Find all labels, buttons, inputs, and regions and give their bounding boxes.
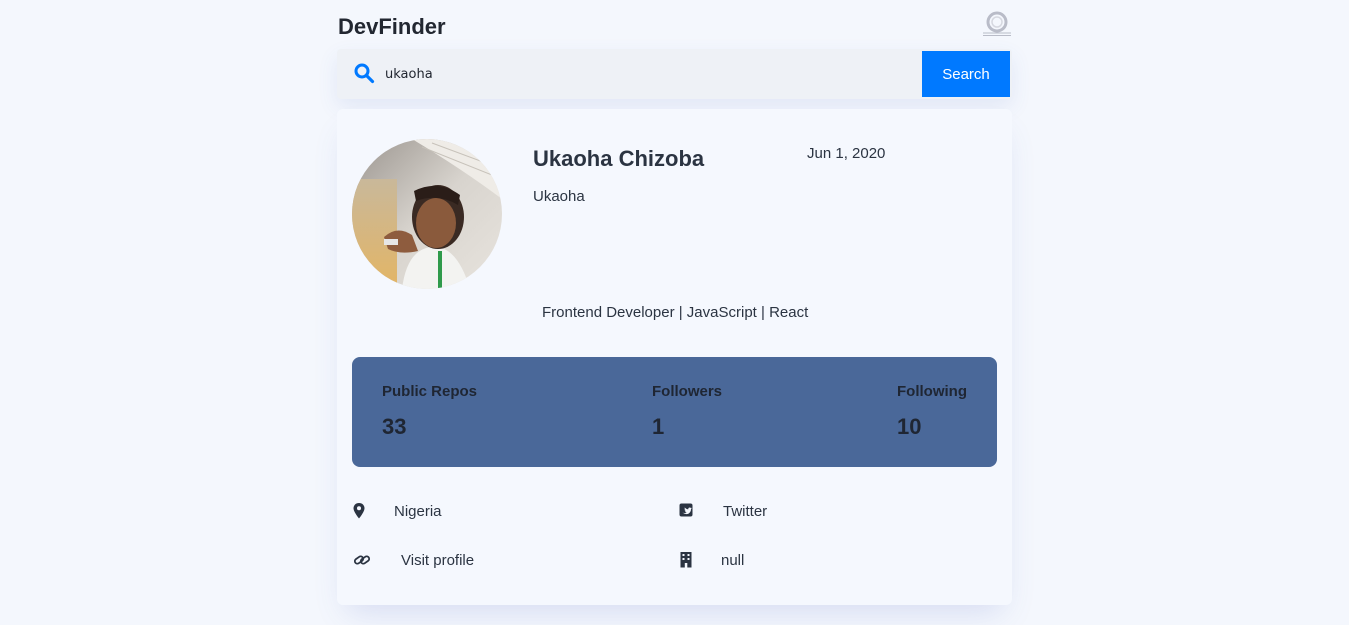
stat-public-repos: Public Repos 33 — [382, 383, 477, 440]
stat-label: Followers — [652, 383, 723, 400]
search-button[interactable]: Search — [922, 51, 1010, 97]
stat-value: 10 — [897, 414, 922, 439]
devfinder-app: DevFinder Search — [337, 0, 1012, 625]
search-input[interactable] — [385, 59, 905, 89]
avatar — [352, 139, 502, 289]
map-pin-icon — [353, 503, 365, 519]
website-row[interactable]: Visit profile — [352, 550, 652, 570]
stat-following: Following 10 — [897, 383, 967, 440]
profile-card: Ukaoha Chizoba Jun 1, 2020 Ukaoha Fronte… — [337, 109, 1012, 605]
stat-followers: Followers 1 — [652, 383, 722, 440]
building-icon — [680, 552, 692, 568]
twitter-link[interactable]: Twitter — [723, 503, 767, 520]
stat-value: 33 — [382, 414, 407, 439]
location-text: Nigeria — [394, 503, 442, 520]
search-bar: Search — [337, 49, 1012, 99]
stat-label: Following — [897, 383, 967, 400]
search-icon — [354, 63, 375, 84]
brand-title: DevFinder — [338, 14, 446, 39]
company-text: null — [721, 552, 745, 569]
link-icon — [353, 555, 371, 565]
stats-panel: Public Repos 33 Followers 1 Following 10 — [352, 357, 997, 467]
header: DevFinder — [337, 9, 1012, 42]
profile-login: Ukaoha — [533, 188, 585, 205]
twitter-square-icon — [679, 503, 693, 517]
stat-value: 1 — [652, 414, 665, 439]
location-row: Nigeria — [352, 501, 652, 521]
theme-toggle-button[interactable] — [982, 9, 1012, 39]
twitter-row[interactable]: Twitter — [679, 501, 979, 521]
theme-toggle-icon — [983, 11, 1011, 36]
website-link[interactable]: Visit profile — [401, 552, 474, 569]
profile-name: Ukaoha Chizoba — [533, 146, 705, 171]
company-row: null — [679, 550, 979, 570]
profile-bio: Frontend Developer | JavaScript | React — [542, 304, 809, 321]
stat-label: Public Repos — [382, 383, 478, 400]
joined-date: Jun 1, 2020 — [807, 145, 886, 162]
